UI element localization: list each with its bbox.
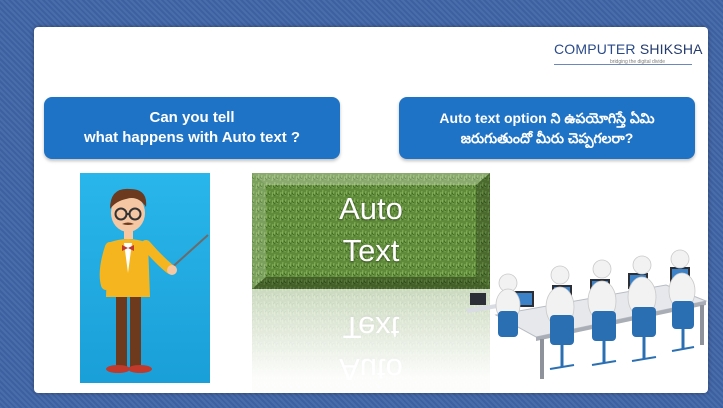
reflection-fade xyxy=(252,289,490,393)
teacher-illustration xyxy=(80,173,210,383)
question-english-line2: what happens with Auto text ? xyxy=(83,129,301,146)
question-telugu-line2: జరుగుతుందో మీరు చెప్పగలరా? xyxy=(460,130,634,146)
tile-label-text: Text xyxy=(342,233,400,268)
question-telugu-line1: Auto text option ని ఉపయోగిస్తే ఏమి xyxy=(439,110,655,126)
logo-tagline: bridging the digital divide xyxy=(610,59,666,65)
question-english-line1: Can you tell xyxy=(149,109,235,126)
logo-brand-part2: SHIKSHA xyxy=(639,41,703,57)
auto-text-tile: Auto Text xyxy=(252,173,490,289)
computer-shiksha-logo: COMPUTER SHIKSHA bridging the digital di… xyxy=(554,37,702,77)
logo-text: COMPUTER SHIKSHA xyxy=(554,41,703,57)
slide: COMPUTER SHIKSHA bridging the digital di… xyxy=(34,27,708,393)
logo-brand-part1: COMPUTER xyxy=(554,41,636,57)
auto-text-tile-reflection: Auto Text xyxy=(252,289,490,393)
question-telugu: Auto text option ని ఉపయోగిస్తే ఏమి జరుగు… xyxy=(399,97,695,159)
question-english: Can you tell what happens with Auto text… xyxy=(44,97,340,159)
computer-lab-icon xyxy=(466,249,708,379)
tile-label-auto: Auto xyxy=(339,191,403,226)
teacher-icon xyxy=(99,188,209,373)
computer-lab-illustration xyxy=(466,245,708,393)
